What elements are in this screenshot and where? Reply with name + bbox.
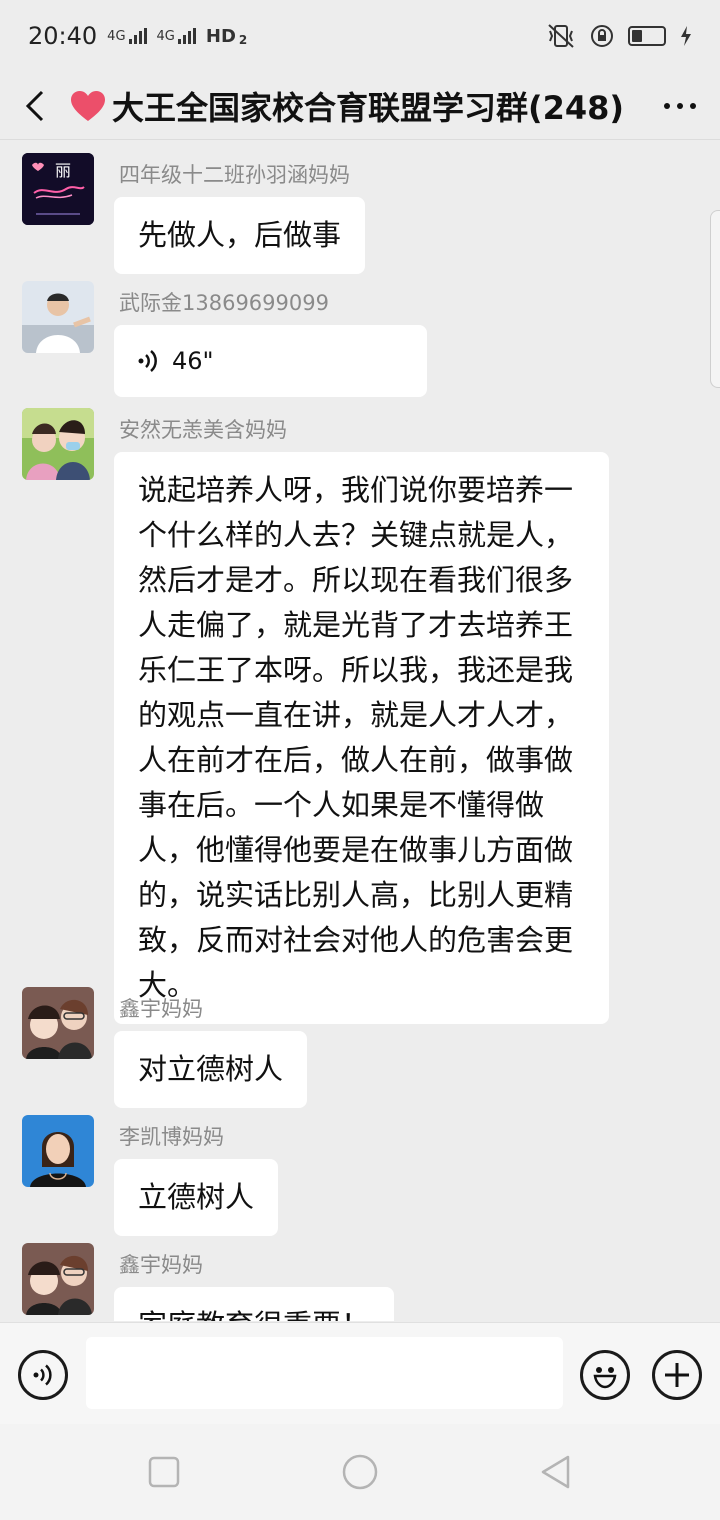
dot-icon [664, 102, 670, 109]
avatar[interactable] [22, 408, 94, 480]
side-panel-handle[interactable] [710, 210, 720, 388]
voice-duration: 46" [172, 346, 214, 375]
signal-1: 4G [107, 28, 147, 44]
plus-icon [665, 1363, 689, 1387]
charging-icon [681, 26, 691, 46]
signal-2: 4G [157, 28, 196, 44]
back-button[interactable] [0, 72, 70, 140]
message-bubble[interactable]: 家庭教育很重要！ [114, 1287, 395, 1321]
emoji-button[interactable] [580, 1350, 630, 1400]
avatar-image [22, 1115, 94, 1187]
plus-button[interactable] [652, 1350, 702, 1400]
input-bar [0, 1322, 720, 1424]
dot-icon [690, 102, 696, 109]
heart-icon [71, 90, 105, 121]
signal-bars-icon [128, 28, 147, 44]
message-bubble[interactable]: 立德树人 [114, 1159, 279, 1236]
signal-bars-icon [177, 28, 196, 44]
avatar-image: 丽 [22, 153, 94, 225]
avatar[interactable] [22, 987, 94, 1059]
status-bar: 20:40 4G 4G HD 2 [0, 0, 720, 72]
sender-name: 四年级十二班孙羽涵妈妈 [119, 163, 350, 187]
avatar[interactable]: 丽 [22, 153, 94, 225]
chat-header: 大王全国家校合育联盟学习群(248) [0, 72, 720, 140]
chat-title-text: 大王全国家校合育联盟学习群(248) [112, 88, 625, 127]
message-input[interactable] [86, 1337, 563, 1409]
message-bubble[interactable]: 说起培养人呀，我们说你要培养一个什么样的人去？关键点就是人，然后才是才。所以现在… [114, 452, 609, 1024]
emoji-icon [593, 1367, 617, 1389]
avatar-image [22, 281, 94, 353]
avatar-image [22, 408, 94, 480]
dot-icon [677, 102, 683, 109]
sender-name: 武际金13869699099 [119, 291, 329, 315]
hd-indicator: HD 2 [205, 25, 248, 47]
status-time: 20:40 [28, 22, 98, 50]
avatar-image [22, 987, 94, 1059]
message-bubble[interactable]: 先做人，后做事 [114, 197, 366, 274]
voice-icon [33, 1364, 52, 1386]
avatar[interactable] [22, 1115, 94, 1187]
avatar-text: 丽 [55, 161, 71, 180]
vibrate-icon [548, 24, 574, 48]
avatar[interactable] [22, 1243, 94, 1315]
message-bubble[interactable]: 对立德树人 [114, 1031, 308, 1108]
sender-name: 鑫宇妈妈 [119, 997, 203, 1021]
system-nav-bar [0, 1424, 720, 1520]
chevron-left-icon [25, 90, 44, 121]
sender-name: 鑫宇妈妈 [119, 1253, 203, 1277]
sender-name: 安然无恙美含妈妈 [119, 418, 287, 442]
more-options-button[interactable] [640, 72, 720, 140]
rotation-lock-icon [591, 25, 613, 47]
avatar[interactable] [22, 281, 94, 353]
chat-title: 大王全国家校合育联盟学习群(248) [70, 83, 640, 129]
avatar-image [22, 1243, 94, 1315]
message-list[interactable]: 丽 四年级十二班孙羽涵妈妈 先做人，后做事 武际金13869699099 46"… [0, 141, 720, 1321]
back-nav-icon[interactable] [538, 1454, 574, 1490]
recent-apps-icon[interactable] [146, 1454, 182, 1490]
voice-input-button[interactable] [18, 1350, 68, 1400]
voice-wave-icon [138, 350, 157, 372]
sender-name: 李凯博妈妈 [119, 1125, 224, 1149]
voice-message-bubble[interactable]: 46" [114, 325, 427, 397]
home-icon[interactable] [342, 1454, 378, 1490]
battery-icon [628, 26, 666, 46]
